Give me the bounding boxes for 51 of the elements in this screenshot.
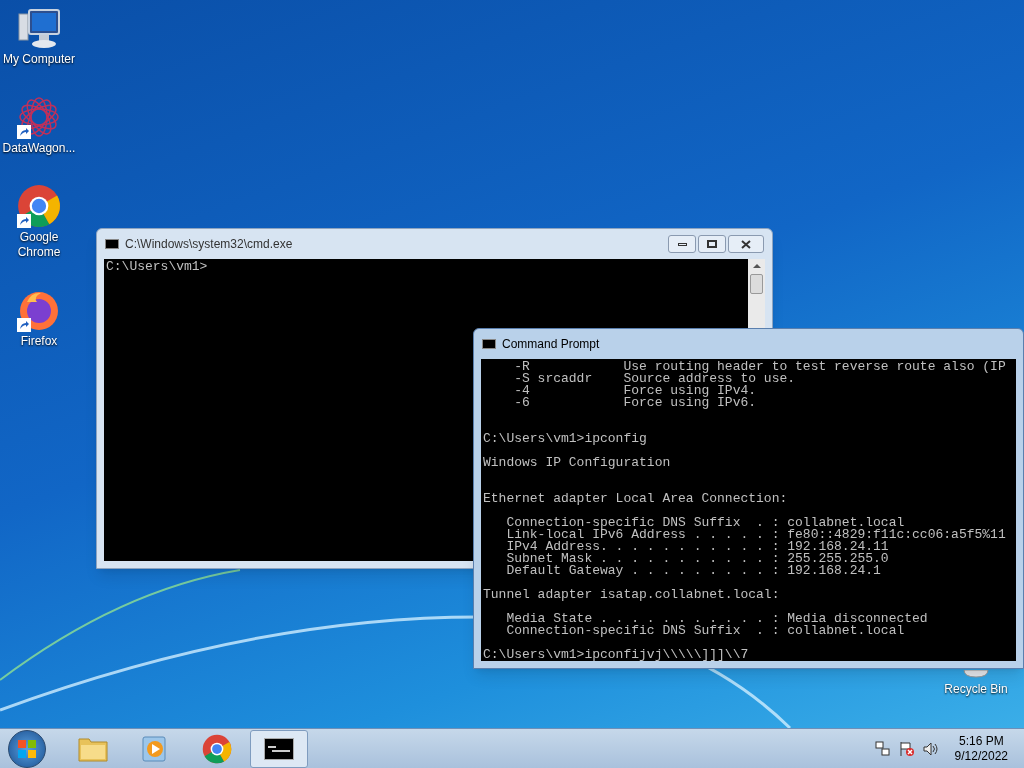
console-line: IPv4 Address. . . . . . . . . . . : 192.168.24.11 [505,541,890,553]
console-line: -4 Force using IPv4. [513,385,758,397]
console-icon [264,737,294,760]
scroll-thumb[interactable] [750,274,763,294]
console-line: Default Gateway . . . . . . . . . : 192.168.24.1 [505,565,882,577]
desktop-icon-label: My Computer [2,52,76,67]
desktop-icon-label: Google Chrome [16,230,62,260]
console-line: C:\Users\vm1>ipconfijvj\\\\\]]]\\7 [483,649,750,661]
console-app-icon [105,239,119,249]
desktop-icon[interactable]: DataWagon... [0,95,78,156]
console-line: Link-local IPv6 Address . . . . . : fe80::4829:f11c:cc06:a5f5%11 [505,529,1007,541]
speaker-icon [922,740,939,757]
network-icon [874,740,891,757]
desktop-icon-label: DataWagon... [1,141,77,156]
desktop-icon[interactable]: Firefox [0,288,78,349]
desktop-icon[interactable]: Google Chrome [0,184,78,260]
windows-logo-icon [18,739,36,758]
console-line: -6 Force using IPv6. [513,397,758,409]
bin-icon [963,670,989,678]
window-title: C:\Windows\system32\cmd.exe [125,236,293,253]
console-line: Connection-specific DNS Suffix . : collabnet.local [505,625,906,637]
maximize-icon [707,240,717,248]
minimize-icon [677,242,687,246]
clock-date: 9/12/2022 [954,748,1008,764]
desktop-icon[interactable]: My Computer [0,8,78,67]
console-line: -R Use routing header to test reverse route also (IP [513,361,1007,373]
console-line: Media State . . . . . . . . . . . : Media disconnected [505,613,929,625]
play-icon [142,734,168,763]
console-line: C:\Users\vm1>ipconfig [483,433,648,445]
console-line: Ethernet adapter Local Area Connection: [483,493,789,505]
scroll-up-icon [752,264,761,268]
console-line: -S srcaddr Source address to use. [513,373,797,385]
window-title: Command Prompt [502,336,600,353]
star-burst-icon [17,95,61,139]
console-line: Subnet Mask . . . . . . . . . . . : 255.255.255.0 [505,553,890,565]
flag-error-icon [898,740,915,757]
computer-icon [17,8,61,50]
close-button[interactable] [728,235,764,253]
console-app-icon [482,339,496,349]
clock-time: 5:16 PM [958,733,1004,749]
start-button[interactable] [8,729,46,768]
maximize-button[interactable] [698,235,726,253]
console-line: Connection-specific DNS Suffix . : collabnet.local [505,517,905,529]
close-icon [741,239,751,249]
chrome-icon [202,733,232,764]
desktop-icon-label: Firefox [19,334,59,349]
console-line: Windows IP Configuration [483,457,672,469]
console-line: Tunnel adapter isatap.collabnet.local: [483,589,781,601]
console-line: C:\Users\vm1> [106,261,209,273]
minimize-button[interactable] [668,235,696,253]
taskbar-button[interactable] [250,729,308,768]
